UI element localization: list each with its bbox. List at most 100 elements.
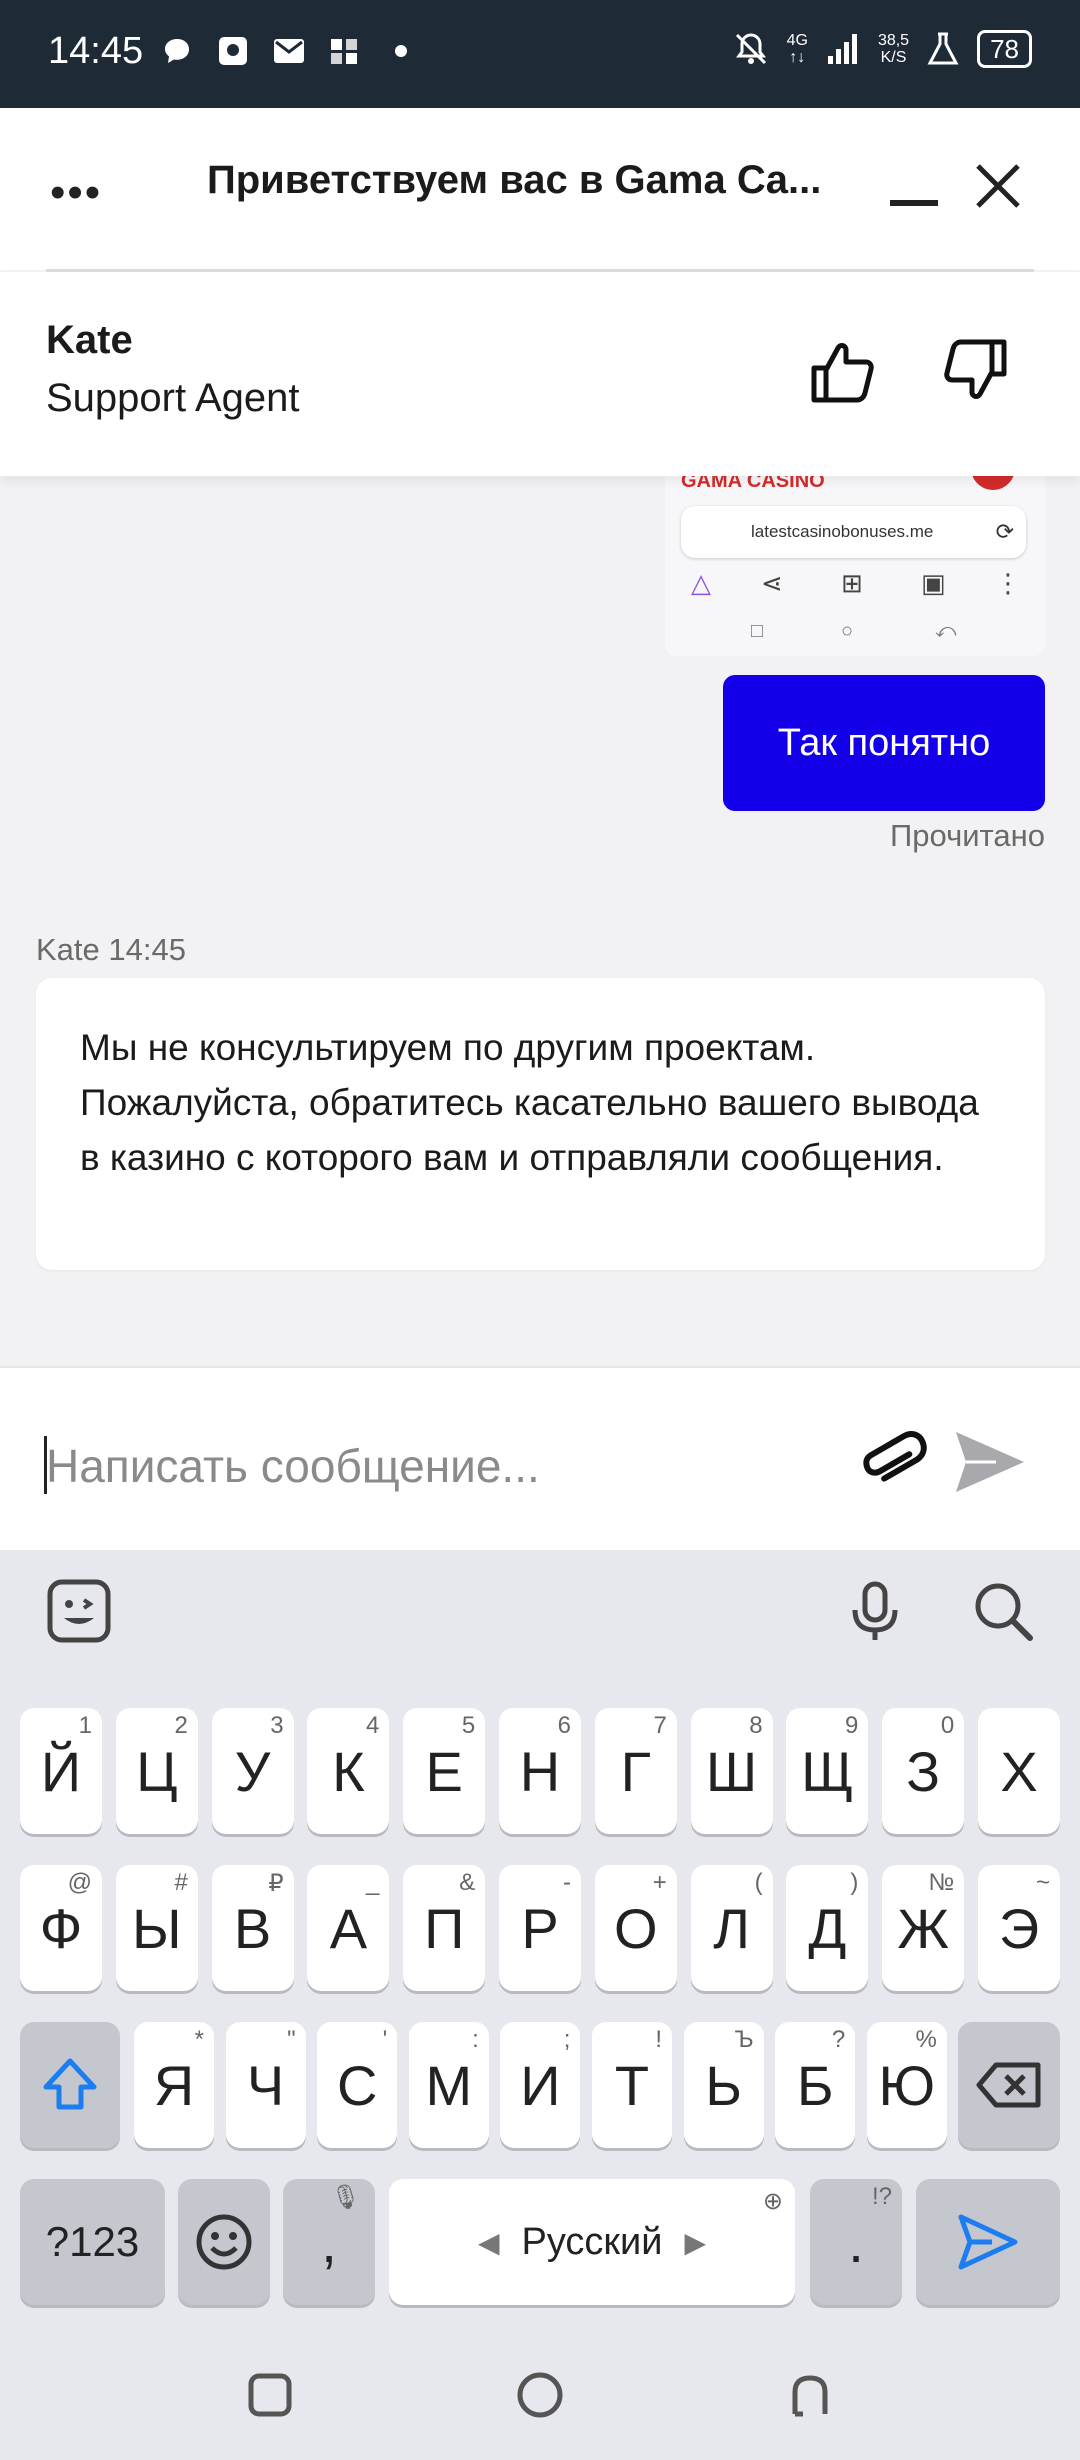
key-hint: " [287, 2026, 296, 2053]
symbols-key[interactable]: ?123 [20, 2179, 165, 2305]
key[interactable]: Н6 [499, 1708, 581, 1834]
key[interactable]: З0 [882, 1708, 965, 1834]
more-options-button[interactable]: ••• [50, 168, 102, 218]
key[interactable]: И; [500, 2022, 581, 2148]
period-key[interactable]: . !? [810, 2179, 902, 2305]
minimize-button[interactable] [890, 200, 938, 206]
key[interactable]: В ₽ [211, 1865, 294, 1991]
space-key[interactable]: ◀ Русский ▶ ⊕ [389, 2179, 795, 2305]
recent-apps-icon[interactable] [245, 2370, 295, 2420]
key[interactable]: Э ~ [978, 1865, 1060, 1991]
speed-value: 38,5 [877, 32, 910, 49]
key[interactable]: Б? [775, 2022, 856, 2148]
agent-message: Мы не консультируем по другим проектам. … [36, 978, 1045, 1270]
read-status: Прочитано [890, 818, 1045, 853]
image-attachment[interactable]: GAMA CASINO latestcasinobonuses.me ⟳ △ ⋖… [665, 476, 1045, 656]
key[interactable]: К4 [307, 1708, 390, 1834]
status-bar: 14:45 4G ↑↓ 38,5 K/S 78 [0, 0, 1080, 108]
key[interactable]: У3 [211, 1708, 294, 1834]
agent-info-bar: Kate Support Agent [0, 272, 1080, 476]
nav-circle-icon: ○ [841, 620, 854, 642]
chat-header: ••• Приветствуем вас в Gama Ca... [0, 108, 1080, 270]
shift-icon [43, 2058, 97, 2110]
space-label: Русский [521, 2220, 663, 2263]
key[interactable]: Ж № [882, 1865, 965, 1991]
key-label: П [424, 1896, 465, 1960]
key[interactable]: О + [594, 1865, 677, 1991]
key[interactable]: Щ9 [786, 1708, 869, 1834]
key-hint: ₽ [268, 1870, 284, 1897]
emoji-key[interactable] [178, 2179, 270, 2305]
key-label: У [234, 1739, 271, 1803]
key-label: Б [796, 2053, 834, 2117]
key[interactable]: Г7 [594, 1708, 677, 1834]
key[interactable]: Д) [786, 1865, 869, 1991]
key-hint: _ [366, 1869, 380, 1896]
key[interactable]: Е5 [403, 1708, 486, 1834]
navigation-bar [0, 2330, 1080, 2460]
key[interactable]: С ' [317, 2022, 398, 2148]
key-hint: ! [655, 2026, 662, 2053]
network-arrows: ↑↓ [789, 49, 806, 66]
bell-off-icon [735, 33, 766, 65]
key[interactable]: П & [403, 1865, 486, 1991]
key[interactable]: Ч " [225, 2022, 306, 2148]
network-indicator: 4G ↑↓ [787, 32, 808, 66]
key-label: Г [620, 1739, 651, 1803]
right-arrow-icon: ▶ [684, 2226, 707, 2258]
backspace-icon [976, 2062, 1041, 2108]
key[interactable]: Т! [592, 2022, 672, 2148]
key-label: Ч [246, 2053, 285, 2117]
chat-area[interactable]: GAMA CASINO latestcasinobonuses.me ⟳ △ ⋖… [0, 476, 1080, 1366]
emoji-sticker-icon[interactable] [44, 1576, 114, 1646]
key-hint: 0 [940, 1712, 955, 1739]
key[interactable]: А _ [307, 1865, 390, 1991]
back-icon[interactable] [785, 2370, 835, 2420]
enter-key[interactable] [916, 2179, 1060, 2305]
key-label: Ж [897, 1896, 950, 1960]
thumbs-down-icon[interactable] [940, 336, 1010, 406]
key-hint: * [194, 2026, 204, 2053]
key[interactable]: Ю% [866, 2022, 947, 2148]
key-label: А [329, 1896, 368, 1960]
comma-key[interactable]: , 🎙 [283, 2179, 375, 2305]
key-label: Х [1000, 1739, 1038, 1803]
send-icon[interactable] [952, 1424, 1028, 1500]
key[interactable]: Й1 [20, 1708, 102, 1834]
key[interactable]: Ш8 [690, 1708, 773, 1834]
key-label: Е [425, 1739, 463, 1803]
key-label: Я [153, 2053, 195, 2117]
key[interactable]: М: [408, 2022, 489, 2148]
speed-unit: K/S [880, 49, 907, 66]
key-label: С [336, 2053, 378, 2117]
key[interactable]: Я * [134, 2022, 214, 2148]
home-icon[interactable] [515, 2370, 565, 2420]
key[interactable]: Ф @ [20, 1865, 102, 1991]
nav-square-icon: □ [751, 620, 764, 642]
speed-indicator: 38,5 K/S [878, 32, 909, 66]
microphone-icon[interactable] [840, 1576, 910, 1646]
search-icon[interactable] [968, 1576, 1038, 1646]
key[interactable]: Х [978, 1708, 1060, 1834]
backspace-key[interactable] [958, 2022, 1060, 2148]
key[interactable]: Ц2 [115, 1708, 198, 1834]
keyboard-row-2: Ф @ Ы # В ₽ А _ П & Р - О + Л(Д) Ж № Э ~ [0, 1865, 1080, 1991]
key[interactable]: ЬЪ [683, 2022, 764, 2148]
key-label: Ш [705, 1739, 758, 1803]
shift-key[interactable] [20, 2022, 120, 2148]
message-input[interactable] [46, 1426, 826, 1506]
key-label: Э [998, 1896, 1040, 1960]
status-time: 14:45 [48, 30, 144, 72]
key[interactable]: Р- [499, 1865, 581, 1991]
paperclip-icon[interactable] [855, 1424, 929, 1498]
key[interactable]: Л( [690, 1865, 773, 1991]
key-hint: # [174, 1869, 188, 1896]
close-icon[interactable] [970, 158, 1026, 214]
key-label: Ы [132, 1896, 182, 1960]
key-hint: 7 [653, 1712, 667, 1739]
thumbs-up-icon[interactable] [808, 336, 878, 406]
key-label: Й [40, 1739, 82, 1803]
key[interactable]: Ы # [115, 1865, 198, 1991]
key-label: Т [614, 2053, 650, 2117]
key-hint: 6 [557, 1712, 571, 1739]
